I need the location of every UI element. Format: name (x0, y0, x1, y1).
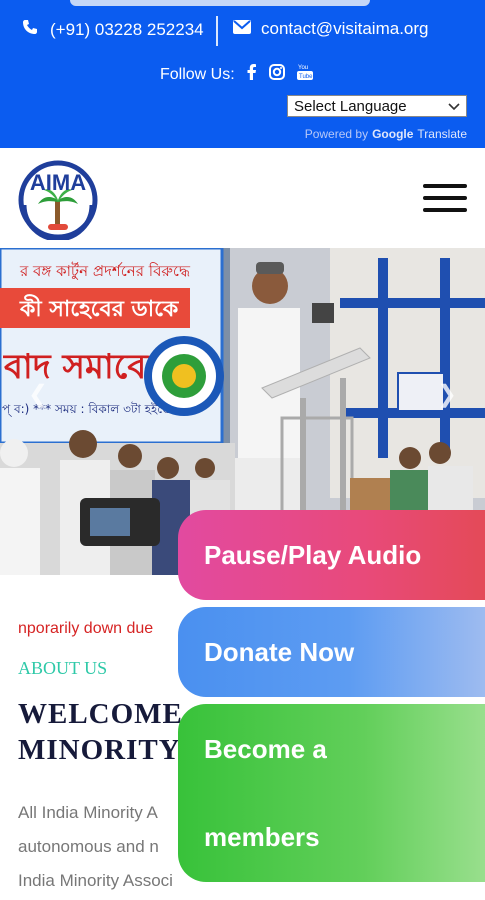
hamburger-menu-button[interactable] (423, 184, 467, 212)
follow-us: Follow Us: You Tube (160, 63, 313, 86)
language-select-value: Select Language (294, 97, 407, 115)
about-paragraph-line-2: autonomous and n (18, 837, 159, 856)
phone-icon (22, 19, 38, 40)
about-paragraph: All India Minority A autonomous and n In… (18, 796, 173, 898)
donate-now-button[interactable]: Donate Now (178, 607, 485, 697)
google-logo: Google (372, 127, 414, 141)
facebook-icon[interactable] (247, 64, 257, 85)
about-us-label: ABOUT US (18, 658, 108, 678)
become-member-button[interactable]: Become a members (178, 704, 485, 882)
menu-line (423, 208, 467, 212)
banner-line-2: কী সাহেবের ডাকে (19, 294, 180, 322)
contact-row: (+91) 03228 252234 contact@visitaima.org (0, 16, 485, 46)
about-paragraph-line-3: India Minority Associ (18, 871, 173, 890)
phone-number: (+91) 03228 252234 (50, 19, 204, 39)
instagram-icon[interactable] (268, 64, 285, 85)
welcome-heading-line-2: MINORITY (18, 734, 181, 766)
welcome-heading: WELCOME MINORITY (18, 696, 183, 768)
about-paragraph-line-1: All India Minority A (18, 803, 158, 822)
menu-line (423, 184, 467, 188)
svg-text:You: You (298, 65, 308, 71)
chevron-down-icon (448, 98, 460, 115)
slider-prev-arrow[interactable]: ❮ (28, 380, 48, 409)
browser-tab-strip (70, 0, 370, 6)
become-member-line-1: Become a (204, 734, 327, 764)
social-links: You Tube (247, 63, 313, 86)
top-contact-bar: (+91) 03228 252234 contact@visitaima.org… (0, 0, 485, 148)
svg-text:Tube: Tube (299, 74, 313, 80)
envelope-icon (233, 19, 251, 39)
powered-by-google-translate: Powered by Google Translate (305, 127, 467, 141)
menu-line (423, 196, 467, 200)
translate-link[interactable]: Translate (417, 127, 467, 141)
welcome-heading-line-1: WELCOME (18, 698, 183, 730)
slider-next-arrow[interactable]: ❯ (437, 380, 457, 409)
language-select[interactable]: Select Language (287, 95, 467, 117)
phone-link[interactable]: (+91) 03228 252234 (22, 19, 204, 40)
powered-by-label: Powered by (304, 127, 369, 141)
aima-logo[interactable]: AIMA (18, 160, 98, 242)
news-ticker: nporarily down due (18, 620, 154, 637)
youtube-icon[interactable]: You Tube (296, 63, 313, 86)
become-member-line-2: members (204, 822, 320, 852)
email-address: contact@visitaima.org (261, 19, 429, 38)
email-link[interactable]: contact@visitaima.org (233, 19, 429, 39)
site-header: AIMA (0, 148, 485, 248)
follow-label: Follow Us: (160, 65, 235, 83)
logo-text: AIMA (30, 170, 86, 195)
banner-line-1: র বঙ্গ কার্টুন প্রদর্শনের বিরুদ্ধে (19, 262, 191, 280)
contact-divider (216, 16, 218, 46)
pause-play-audio-button[interactable]: Pause/Play Audio (178, 510, 485, 600)
